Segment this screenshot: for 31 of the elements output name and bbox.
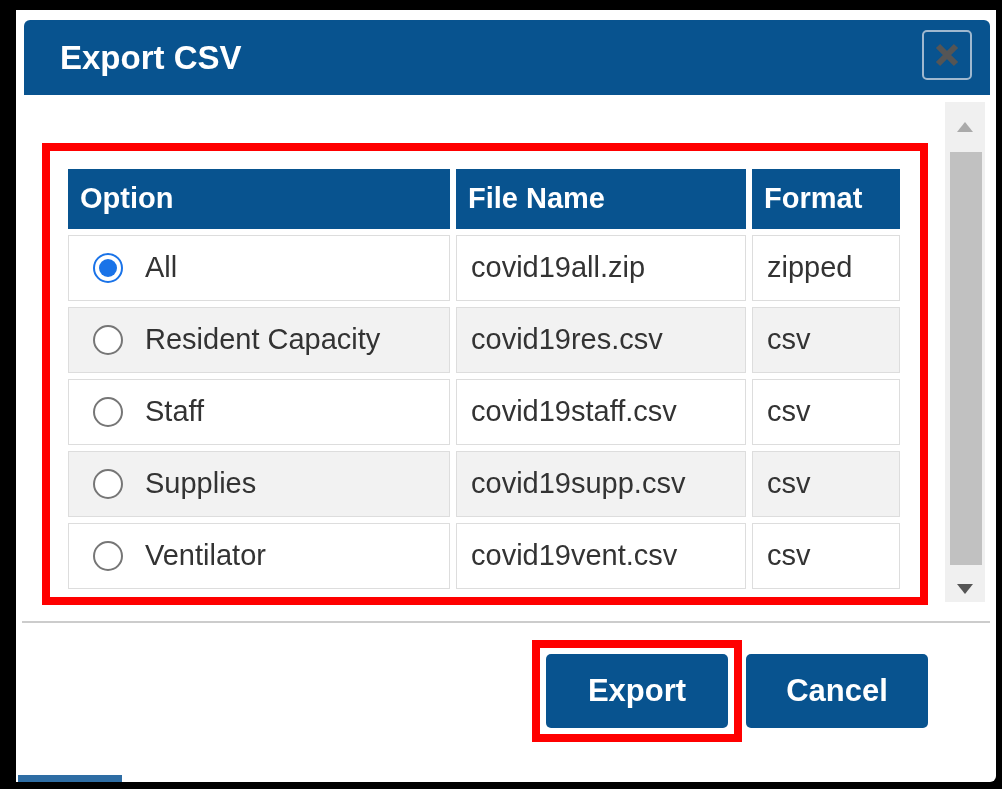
scroll-down-icon[interactable] (957, 584, 973, 594)
close-button[interactable] (922, 30, 972, 80)
option-label: Resident Capacity (145, 322, 381, 358)
cancel-button[interactable]: Cancel (746, 654, 928, 728)
column-header: Option (68, 169, 450, 229)
option-label: Supplies (145, 466, 257, 502)
file-name-cell: covid19all.zip (456, 235, 746, 301)
scrollbar-thumb[interactable] (950, 152, 982, 565)
option-label: Ventilator (145, 538, 266, 574)
format-cell: csv (752, 307, 900, 373)
scrollbar[interactable] (945, 102, 985, 602)
export-button[interactable]: Export (546, 654, 728, 728)
option-label: Staff (145, 394, 205, 430)
close-icon (934, 42, 960, 68)
column-header: Format (752, 169, 900, 229)
radio-button[interactable] (93, 325, 123, 355)
option-label: All (145, 250, 178, 286)
dialog-title: Export CSV (60, 37, 242, 78)
radio-button[interactable] (93, 397, 123, 427)
format-cell: zipped (752, 235, 900, 301)
file-name-cell: covid19supp.csv (456, 451, 746, 517)
file-name-cell: covid19vent.csv (456, 523, 746, 589)
format-cell: csv (752, 379, 900, 445)
format-cell: csv (752, 451, 900, 517)
column-header: File Name (456, 169, 746, 229)
radio-button[interactable] (93, 541, 123, 571)
file-name-cell: covid19res.csv (456, 307, 746, 373)
radio-button[interactable] (93, 253, 123, 283)
file-name-cell: covid19staff.csv (456, 379, 746, 445)
format-cell: csv (752, 523, 900, 589)
radio-button[interactable] (93, 469, 123, 499)
